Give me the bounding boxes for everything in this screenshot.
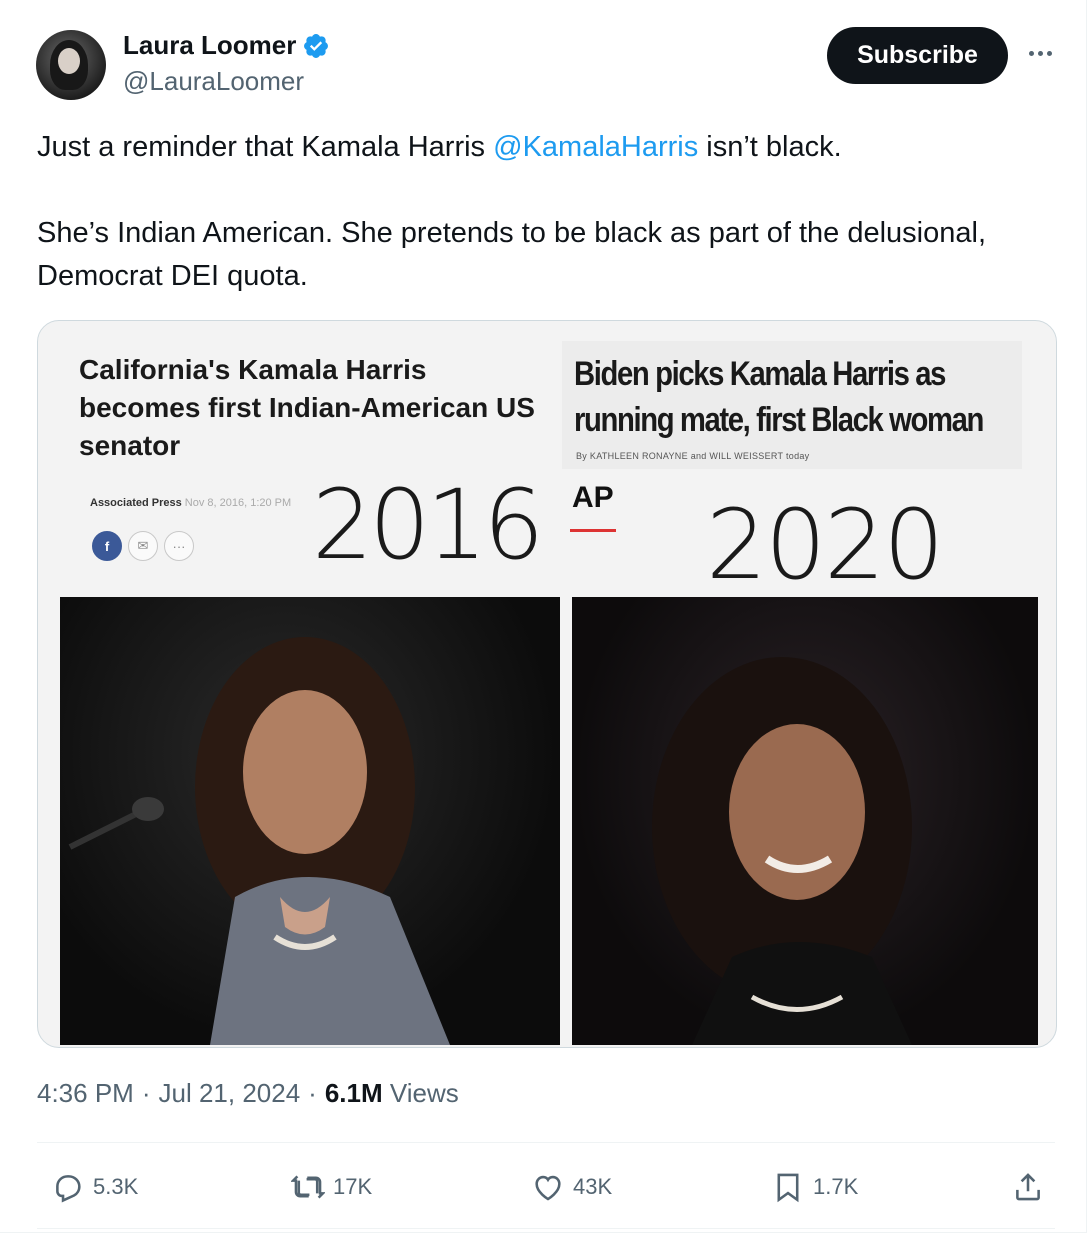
repost-icon (291, 1175, 325, 1199)
right-headline: Biden picks Kamala Harris as running mat… (574, 351, 984, 443)
share-icon (1016, 1173, 1040, 1201)
year-right: 2020 (706, 489, 944, 601)
tweet-text-segment: isn’t black. (698, 131, 842, 163)
avatar-face (58, 48, 80, 74)
share-button[interactable] (1011, 1164, 1045, 1210)
more-dot (1046, 50, 1052, 56)
views-count: 6.1M (324, 1078, 383, 1108)
author-handle[interactable]: @LauraLoomer (123, 66, 304, 97)
like-count: 43K (573, 1174, 613, 1199)
views-label: Views (389, 1078, 459, 1108)
author-name-row[interactable]: Laura Loomer (123, 30, 330, 61)
reply-icon (56, 1175, 81, 1203)
year-left: 2016 (312, 469, 544, 581)
left-source: Associated Press Nov 8, 2016, 1:20 PM (90, 497, 291, 509)
ap-logo: AP (572, 481, 614, 514)
tweet-line-1: Just a reminder that Kamala Harris @Kama… (37, 126, 1047, 169)
left-source-name: Associated Press (90, 497, 182, 509)
avatar[interactable] (36, 30, 106, 100)
repost-button[interactable]: 17K (291, 1164, 372, 1210)
tweet-time[interactable]: 4:36 PM (37, 1078, 134, 1109)
more-dot (1037, 50, 1043, 56)
right-headline-line1: Biden picks Kamala Harris as (574, 355, 946, 393)
repost-count: 17K (333, 1174, 373, 1199)
subscribe-button[interactable]: Subscribe (827, 27, 1008, 84)
right-byline: By KATHLEEN RONAYNE and WILL WEISSERT to… (576, 451, 810, 461)
right-headline-box: Biden picks Kamala Harris as running mat… (562, 341, 1022, 469)
bookmark-button[interactable]: 1.7K (771, 1164, 858, 1210)
divider (37, 1142, 1055, 1143)
mention-link[interactable]: @KamalaHarris (493, 131, 698, 163)
reply-button[interactable]: 5.3K (51, 1164, 138, 1210)
meta-separator: · (141, 1078, 151, 1108)
tweet-text-segment: Just a reminder that Kamala Harris (37, 131, 494, 163)
bookmark-icon (777, 1173, 799, 1203)
photo-divider (560, 597, 572, 1045)
photo-left (60, 597, 560, 1045)
left-source-time: Nov 8, 2016, 1:20 PM (184, 497, 292, 509)
more-dot (1028, 50, 1034, 56)
action-bar: 5.3K 17K 43K 1.7K (37, 1164, 1055, 1210)
verified-badge-icon (304, 33, 329, 58)
media-image[interactable]: California's Kamala Harris becomes first… (37, 320, 1057, 1048)
photo-right (572, 597, 1038, 1045)
divider-bottom (37, 1228, 1055, 1229)
like-button[interactable]: 43K (531, 1164, 612, 1210)
facebook-icon: f (92, 531, 122, 561)
bookmark-count: 1.7K (813, 1174, 859, 1199)
meta-separator: · (308, 1078, 317, 1108)
tweet-paragraph-2: She’s Indian American. She pretends to b… (37, 217, 987, 292)
heart-icon (535, 1175, 561, 1201)
share-icons: f ✉ ··· (92, 531, 194, 561)
portrait-right-illustration (652, 657, 912, 1045)
tweet-date[interactable]: Jul 21, 2024 (159, 1078, 301, 1109)
left-headline: California's Kamala Harris becomes first… (79, 354, 535, 461)
tweet-text: Just a reminder that Kamala Harris @Kama… (37, 126, 1047, 298)
author-name[interactable]: Laura Loomer (123, 30, 296, 61)
portrait-left-illustration (68, 637, 450, 1045)
email-icon: ✉ (128, 531, 158, 561)
tweet-meta: 4:36 PM · Jul 21, 2024 · 6.1M Views (37, 1078, 459, 1109)
more-horizontal-icon[interactable] (1022, 38, 1058, 68)
reply-count: 5.3K (93, 1174, 139, 1199)
more-icon: ··· (164, 531, 194, 561)
ap-underline (570, 529, 616, 532)
right-headline-line2: running mate, first Black woman (574, 401, 984, 439)
